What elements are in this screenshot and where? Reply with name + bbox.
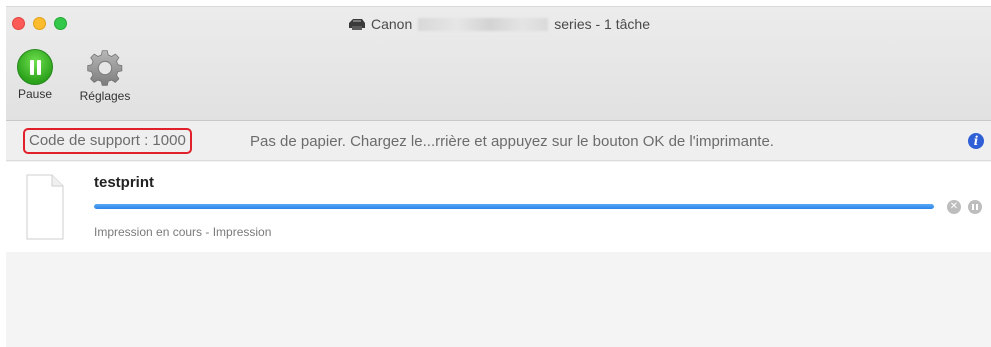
pause-icon	[17, 49, 53, 85]
job-row[interactable]: testprint ✕ Impression en cours - Impres…	[6, 162, 991, 252]
redacted-model-name	[418, 18, 549, 31]
job-name: testprint	[94, 174, 154, 191]
status-message: Pas de papier. Chargez le...rrière et ap…	[250, 133, 774, 150]
window-title: Canon series - 1 tâche	[6, 16, 991, 34]
job-list-empty-area	[6, 252, 991, 347]
window-title-suffix: series - 1 tâche	[554, 16, 650, 32]
job-progress-bar	[94, 204, 934, 209]
pause-label: Pause	[17, 87, 53, 101]
info-icon[interactable]: i	[968, 133, 984, 149]
toolbar: Canon series - 1 tâche Pause Réglages	[6, 7, 991, 121]
document-icon	[26, 174, 64, 240]
settings-button[interactable]: Réglages	[68, 49, 142, 103]
print-queue-window: Canon series - 1 tâche Pause Réglages Co…	[6, 6, 991, 347]
gear-icon	[87, 50, 123, 86]
support-code: Code de support : 1000	[23, 128, 192, 154]
job-status: Impression en cours - Impression	[94, 225, 272, 239]
settings-label: Réglages	[79, 89, 131, 103]
pause-button[interactable]: Pause	[10, 49, 60, 101]
printer-icon	[347, 17, 367, 34]
window-title-prefix: Canon	[371, 16, 413, 32]
hold-icon[interactable]	[968, 200, 982, 214]
cancel-icon[interactable]: ✕	[947, 200, 961, 214]
job-progress-fill	[94, 204, 934, 209]
status-bar: Code de support : 1000 Pas de papier. Ch…	[6, 121, 991, 161]
